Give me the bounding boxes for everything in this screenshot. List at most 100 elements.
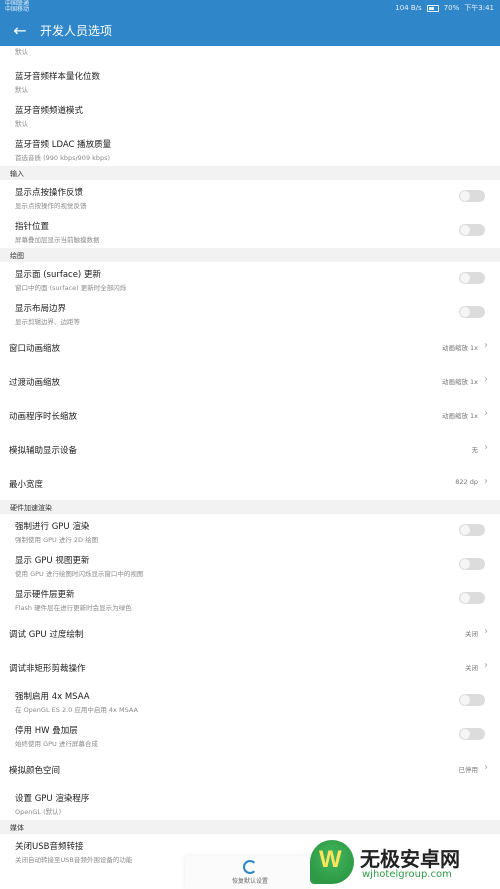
row-sub: 默认 xyxy=(15,120,28,128)
toggle-switch[interactable] xyxy=(459,592,485,604)
status-bar: 中国联通 中国移动 104 B/s 70% 下午3:41 xyxy=(0,0,500,14)
toggle-switch[interactable] xyxy=(459,728,485,740)
gpu-view-updates-row[interactable]: 显示 GPU 视图更新 使用 GPU 进行绘图时闪烁显示窗口中的视图 xyxy=(0,548,500,582)
chevron-right-icon: › xyxy=(484,476,488,487)
chevron-right-icon: › xyxy=(484,660,488,671)
row-sub: OpenGL (默认) xyxy=(15,808,62,816)
section-drawing: 绘图 xyxy=(0,248,500,262)
row-title: 显示点按操作反馈 xyxy=(15,188,84,198)
row-title: 过渡动画缩放 xyxy=(9,378,61,388)
row-sub: 屏幕叠加层显示当前触摸数据 xyxy=(15,236,100,244)
layout-bounds-row[interactable]: 显示布局边界 显示剪辑边界、边距等 xyxy=(0,296,500,330)
chevron-right-icon: › xyxy=(484,408,488,419)
row-title: 显示 GPU 视图更新 xyxy=(15,556,90,566)
network-speed: 104 B/s xyxy=(395,4,422,12)
row-title: 设置 GPU 渲染程序 xyxy=(15,794,90,804)
bt-channel-row[interactable]: 蓝牙音频频道模式 默认 xyxy=(0,98,500,132)
row-title: 强制启用 4x MSAA xyxy=(15,692,90,702)
chevron-right-icon: › xyxy=(484,374,488,385)
row-sub: 默认 xyxy=(15,86,28,94)
watermark-title: 无极安卓网 xyxy=(360,847,460,871)
logo-icon xyxy=(310,840,354,884)
toggle-switch[interactable] xyxy=(459,558,485,570)
min-width-row[interactable]: 最小宽度 822 dp › xyxy=(0,466,500,500)
toggle-switch[interactable] xyxy=(459,306,485,318)
partial-row-sub: 默认 xyxy=(15,48,28,56)
row-sub: 使用 GPU 进行绘图时闪烁显示窗口中的视图 xyxy=(15,570,144,578)
row-value: 822 dp xyxy=(455,478,478,486)
row-title: 动画程序时长缩放 xyxy=(9,412,78,422)
row-title: 调试非矩形剪裁操作 xyxy=(9,664,86,674)
section-hw: 硬件加速渲染 xyxy=(0,500,500,514)
chevron-right-icon: › xyxy=(484,442,488,453)
clock: 下午3:41 xyxy=(464,4,494,12)
row-title: 显示面 (surface) 更新 xyxy=(15,270,101,280)
pointer-location-row[interactable]: 指针位置 屏幕叠加层显示当前触摸数据 xyxy=(0,214,500,248)
refresh-icon xyxy=(243,860,257,874)
carrier-info: 中国联通 中国移动 xyxy=(5,1,29,13)
force-gpu-row[interactable]: 强制进行 GPU 渲染 强制使用 GPU 进行 2D 绘图 xyxy=(0,514,500,548)
row-value: 关闭 xyxy=(465,664,478,672)
row-title: 显示硬件层更新 xyxy=(15,590,75,600)
row-title: 强制进行 GPU 渲染 xyxy=(15,522,90,532)
row-title: 蓝牙音频样本量化位数 xyxy=(15,72,101,82)
window-animation-row[interactable]: 窗口动画缩放 动画缩放 1x › xyxy=(0,330,500,364)
transition-animation-row[interactable]: 过渡动画缩放 动画缩放 1x › xyxy=(0,364,500,398)
row-sub: 显示点按操作的视觉反馈 xyxy=(15,202,87,210)
back-arrow-icon[interactable]: ← xyxy=(0,21,40,40)
secondary-display-row[interactable]: 模拟辅助显示设备 无 › xyxy=(0,432,500,466)
msaa-row[interactable]: 强制启用 4x MSAA 在 OpenGL ES 2.0 应用中启用 4x MS… xyxy=(0,684,500,718)
toggle-switch[interactable] xyxy=(459,524,485,536)
row-sub: 首选音质 (990 kbps/909 kbps) xyxy=(15,154,111,162)
chevron-right-icon: › xyxy=(484,762,488,773)
carrier-2: 中国移动 xyxy=(5,6,30,13)
row-title: 模拟颜色空间 xyxy=(9,766,61,776)
row-sub: 窗口中的面 (surface) 更新时全部闪烁 xyxy=(15,284,127,292)
toggle-switch[interactable] xyxy=(459,694,485,706)
bt-bits-row[interactable]: 蓝牙音频样本量化位数 默认 xyxy=(0,64,500,98)
app-bar: ← 开发人员选项 xyxy=(0,14,500,46)
surface-update-row[interactable]: 显示面 (surface) 更新 窗口中的面 (surface) 更新时全部闪烁 xyxy=(0,262,500,296)
row-title: 停用 HW 叠加层 xyxy=(15,726,78,736)
row-value: 无 xyxy=(471,446,479,454)
row-title: 显示布局边界 xyxy=(15,304,67,314)
touch-feedback-row[interactable]: 显示点按操作反馈 显示点按操作的视觉反馈 xyxy=(0,180,500,214)
row-title: 指针位置 xyxy=(15,222,50,232)
toggle-switch[interactable] xyxy=(459,190,485,202)
row-sub: 强制使用 GPU 进行 2D 绘图 xyxy=(15,536,99,544)
row-value: 动画缩放 1x xyxy=(441,412,478,420)
animator-duration-row[interactable]: 动画程序时长缩放 动画缩放 1x › xyxy=(0,398,500,432)
section-media: 媒体 xyxy=(0,820,500,834)
hw-layers-row[interactable]: 显示硬件层更新 Flash 硬件层在进行更新时会显示为绿色 xyxy=(0,582,500,616)
gpu-overdraw-row[interactable]: 调试 GPU 过度绘制 关闭 › xyxy=(0,616,500,650)
battery-level: 70% xyxy=(443,4,460,12)
chevron-right-icon: › xyxy=(484,626,488,637)
row-title: 窗口动画缩放 xyxy=(9,344,61,354)
row-title: 蓝牙音频频道模式 xyxy=(15,106,84,116)
status-right: 104 B/s 70% 下午3:41 xyxy=(395,3,494,13)
row-title: 蓝牙音频 LDAC 播放质量 xyxy=(15,140,112,150)
settings-list[interactable]: 默认 蓝牙音频样本量化位数 默认 蓝牙音频频道模式 默认 蓝牙音频 LDAC 播… xyxy=(0,46,500,889)
non-rect-clip-row[interactable]: 调试非矩形剪裁操作 关闭 › xyxy=(0,650,500,684)
watermark: 无极安卓网 wjhotelgroup.com xyxy=(310,840,495,888)
watermark-url: wjhotelgroup.com xyxy=(362,869,452,880)
color-space-row[interactable]: 模拟颜色空间 已停用 › xyxy=(0,752,500,786)
row-value: 已停用 xyxy=(458,766,479,774)
row-title: 关闭USB音频转接 xyxy=(15,842,84,852)
toggle-switch[interactable] xyxy=(459,272,485,284)
row-sub: 显示剪辑边界、边距等 xyxy=(15,318,80,326)
hw-overlay-row[interactable]: 停用 HW 叠加层 始终使用 GPU 进行屏幕合成 xyxy=(0,718,500,752)
row-sub: Flash 硬件层在进行更新时会显示为绿色 xyxy=(15,604,132,612)
toggle-switch[interactable] xyxy=(459,224,485,236)
restore-defaults-button[interactable]: 恢复默认设置 xyxy=(185,856,315,889)
row-title: 调试 GPU 过度绘制 xyxy=(9,630,84,640)
gpu-renderer-row[interactable]: 设置 GPU 渲染程序 OpenGL (默认) xyxy=(0,786,500,820)
bt-ldac-row[interactable]: 蓝牙音频 LDAC 播放质量 首选音质 (990 kbps/909 kbps) xyxy=(0,132,500,166)
row-sub: 关闭自动转接至USB音频外围设备的功能 xyxy=(15,856,133,864)
battery-icon xyxy=(426,4,439,12)
page-title: 开发人员选项 xyxy=(40,23,113,38)
restore-defaults-label: 恢复默认设置 xyxy=(231,878,268,885)
row-title: 最小宽度 xyxy=(9,480,44,490)
row-sub: 在 OpenGL ES 2.0 应用中启用 4x MSAA xyxy=(15,706,138,714)
chevron-right-icon: › xyxy=(484,340,488,351)
